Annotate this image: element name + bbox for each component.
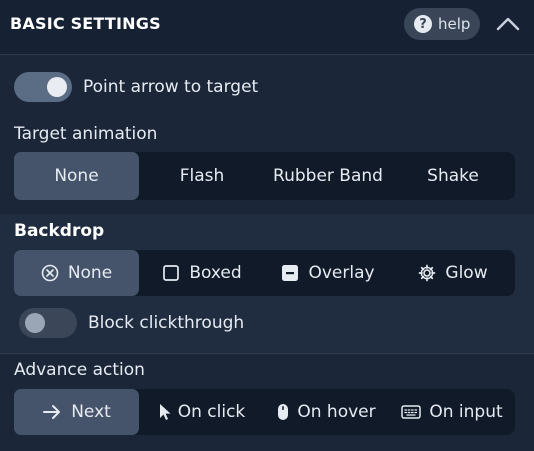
advance-option-next[interactable]: Next <box>14 389 139 435</box>
section-divider <box>0 353 534 354</box>
toggle-knob <box>25 313 45 333</box>
basic-settings-panel: BASIC SETTINGS ? help Point arrow to tar… <box>0 0 534 451</box>
cursor-icon <box>158 403 172 421</box>
backdrop-option-none[interactable]: None <box>14 250 139 296</box>
option-label: Flash <box>179 166 225 186</box>
target-animation-selector: None Flash Rubber Band Shake <box>14 152 515 200</box>
backdrop-selector: None Boxed Overlay Glow <box>14 250 515 296</box>
chevron-up-icon <box>496 17 520 31</box>
animation-option-rubber-band[interactable]: Rubber Band <box>265 152 391 200</box>
help-label: help <box>438 15 471 33</box>
gear-icon <box>418 264 436 282</box>
keyboard-icon <box>401 405 422 419</box>
option-label: Boxed <box>189 263 242 283</box>
advance-option-on-hover[interactable]: On hover <box>264 389 389 435</box>
block-clickthrough-toggle[interactable] <box>19 308 77 338</box>
option-label: On hover <box>297 402 376 422</box>
option-label: On click <box>177 402 246 422</box>
animation-option-none[interactable]: None <box>14 152 139 200</box>
backdrop-option-overlay[interactable]: Overlay <box>265 250 391 296</box>
point-arrow-toggle[interactable] <box>14 72 72 102</box>
target-animation-label: Target animation <box>14 124 158 144</box>
animation-option-shake[interactable]: Shake <box>391 152 515 200</box>
advance-option-on-input[interactable]: On input <box>389 389 515 435</box>
option-label: Rubber Band <box>273 166 383 186</box>
square-icon <box>162 264 180 282</box>
arrow-right-icon <box>42 403 62 421</box>
option-label: Glow <box>445 263 488 283</box>
help-button[interactable]: ? help <box>404 8 480 40</box>
option-label: Shake <box>427 166 479 186</box>
mouse-icon <box>277 403 289 421</box>
toggle-knob <box>47 77 67 97</box>
question-circle-icon: ? <box>414 15 432 33</box>
option-label: None <box>67 263 113 283</box>
panel-header: BASIC SETTINGS ? help <box>0 0 534 55</box>
block-clickthrough-label: Block clickthrough <box>88 313 245 333</box>
option-label: On input <box>429 402 503 422</box>
advance-action-selector: Next On click On hover On input <box>14 389 515 435</box>
panel-title: BASIC SETTINGS <box>10 14 161 33</box>
backdrop-option-glow[interactable]: Glow <box>391 250 515 296</box>
x-circle-icon <box>41 264 59 282</box>
collapse-button[interactable] <box>494 10 522 36</box>
advance-action-label: Advance action <box>14 360 145 380</box>
option-label: None <box>54 166 99 186</box>
point-arrow-label: Point arrow to target <box>83 77 259 97</box>
minus-square-icon <box>281 264 299 282</box>
backdrop-option-boxed[interactable]: Boxed <box>139 250 265 296</box>
option-label: Next <box>71 402 111 422</box>
option-label: Overlay <box>308 263 375 283</box>
advance-option-on-click[interactable]: On click <box>139 389 264 435</box>
animation-option-flash[interactable]: Flash <box>139 152 265 200</box>
backdrop-label: Backdrop <box>14 221 105 241</box>
